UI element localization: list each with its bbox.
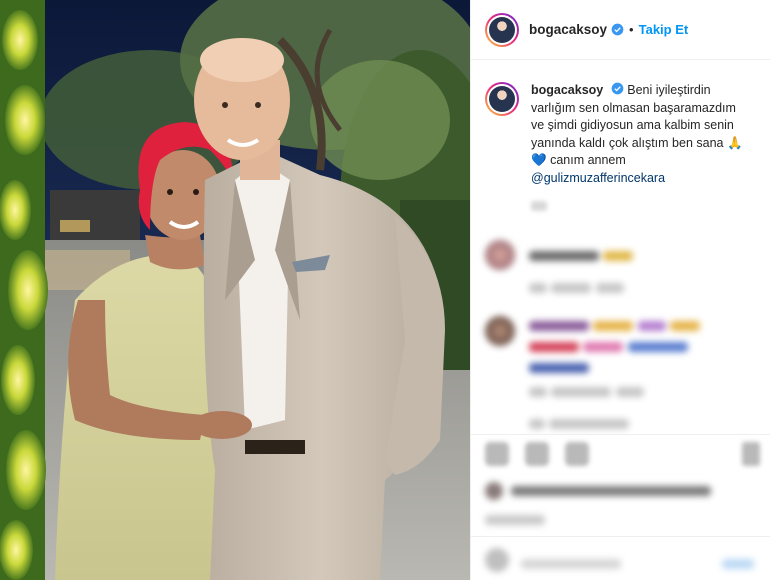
comment-row — [485, 240, 634, 270]
follow-button[interactable]: Takip Et — [639, 22, 689, 37]
divider — [471, 434, 770, 435]
profile-picture — [489, 16, 515, 43]
post-photo[interactable] — [0, 0, 470, 580]
profile-picture — [489, 86, 515, 112]
caption-line-2: varlığım sen olmasan başaramazdım — [531, 100, 736, 115]
comment-text-blurred — [529, 248, 634, 266]
divider — [471, 536, 770, 537]
verified-badge-icon — [611, 82, 624, 95]
caption-line-5: canım annem — [550, 153, 626, 167]
verified-badge-icon — [611, 23, 624, 36]
separator-dot: • — [629, 22, 634, 37]
add-comment-input-blurred[interactable] — [521, 556, 621, 574]
heart-icon[interactable] — [485, 442, 509, 466]
caption-line-1: Beni iyileştirdin — [627, 83, 711, 97]
liked-by-blurred — [485, 482, 711, 500]
action-bar — [485, 442, 589, 466]
commenter-avatar[interactable] — [485, 316, 515, 346]
post-sidebar: bogacaksoy • Takip Et bogacaksoy Beni iy… — [470, 0, 770, 580]
caption-avatar[interactable] — [485, 82, 519, 116]
comment-meta-blurred — [529, 280, 624, 298]
caption-timestamp-blurred — [531, 201, 547, 211]
username-link[interactable]: bogacaksoy — [529, 22, 607, 37]
post-comment-button-blurred[interactable] — [722, 556, 754, 574]
comment-meta-blurred — [529, 384, 644, 402]
mention-link[interactable]: @gulizmuzafferincekara — [531, 171, 665, 185]
caption-username[interactable]: bogacaksoy — [531, 83, 603, 97]
post-date-blurred — [485, 512, 545, 530]
view-replies-blurred[interactable] — [529, 416, 630, 434]
post-header: bogacaksoy • Takip Et — [471, 0, 770, 60]
bookmark-icon[interactable] — [742, 442, 760, 466]
comment-icon[interactable] — [525, 442, 549, 466]
caption-line-4: yanında kaldı çok alıştım ben sana — [531, 135, 724, 150]
comment-row — [485, 316, 739, 378]
pray-emoji: 🙏 — [726, 135, 743, 150]
emoji-icon[interactable] — [485, 548, 509, 572]
caption: bogacaksoy Beni iyileştirdin varlığım se… — [471, 60, 770, 211]
share-icon[interactable] — [565, 442, 589, 466]
commenter-avatar[interactable] — [485, 240, 515, 270]
caption-text: bogacaksoy Beni iyileştirdin varlığım se… — [531, 82, 756, 211]
avatar[interactable] — [485, 12, 519, 47]
caption-line-3: ve şimdi gidiyosun ama kalbim senin — [531, 118, 734, 132]
post-image — [0, 0, 470, 580]
comment-text-blurred — [529, 318, 739, 378]
blue-heart-emoji: 💙 — [531, 153, 547, 167]
